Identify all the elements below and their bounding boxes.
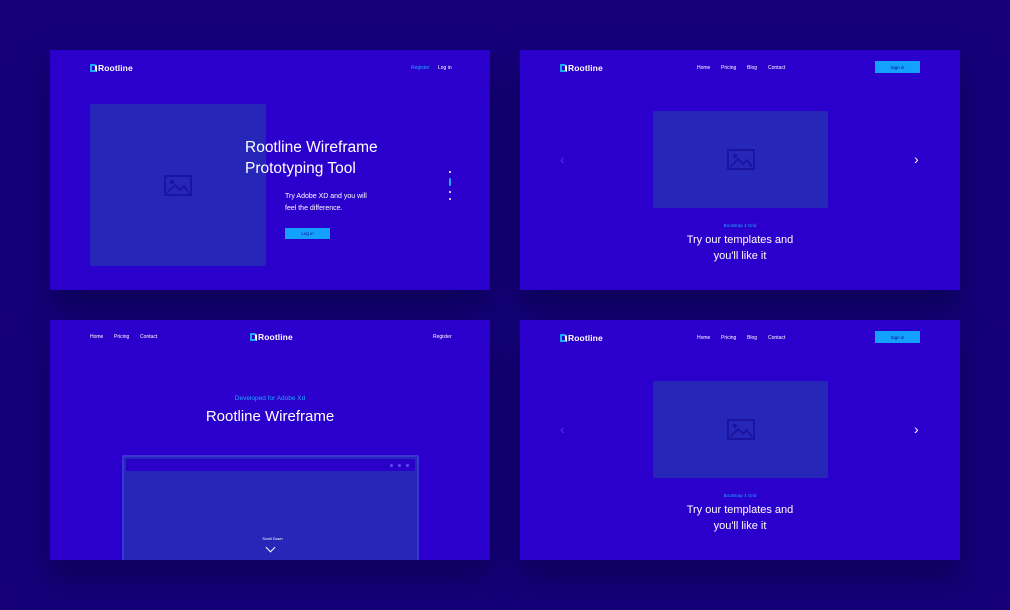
hero-image-placeholder: [90, 104, 266, 266]
chevron-right-icon[interactable]: ›: [914, 152, 919, 166]
window-dot-icon: [398, 463, 401, 467]
slide-title-line-2: you'll like it: [713, 520, 767, 532]
image-icon: [164, 174, 192, 196]
nav-login-link[interactable]: Log in: [438, 65, 452, 71]
brand-name: Rootline: [568, 63, 603, 73]
chevron-left-icon[interactable]: ‹: [560, 422, 565, 436]
brand-name: Rootline: [568, 333, 603, 343]
slide-title-line-1: Try our templates and: [686, 504, 794, 516]
logo-mark-icon: [560, 64, 567, 72]
brand-name: Rootline: [98, 63, 133, 73]
slide-image-placeholder: [653, 111, 828, 208]
window-dot-icon: [406, 463, 409, 467]
nav-home-link[interactable]: Home: [90, 334, 103, 340]
hero-eyebrow: Developed for Adobe Xd: [234, 395, 306, 402]
image-icon: [726, 419, 755, 440]
nav-pricing-link[interactable]: Pricing: [721, 335, 736, 341]
nav-register-link[interactable]: Register: [411, 65, 430, 71]
slide-image-placeholder: [653, 381, 828, 478]
slide-dot-active[interactable]: [449, 178, 451, 186]
slide-dots: [448, 171, 452, 205]
slide-eyebrow: Bootstrap 4 Grid: [723, 223, 757, 228]
browser-mockup: Scroll Down: [122, 455, 419, 560]
nav-home-link[interactable]: Home: [697, 335, 710, 341]
hero-title: Rootline Wireframe: [205, 408, 335, 425]
slide-eyebrow: Bootstrap 4 Grid: [723, 493, 757, 498]
slide-title-line-2: you'll like it: [713, 250, 767, 262]
chevron-right-icon[interactable]: ›: [914, 422, 919, 436]
scroll-down-label[interactable]: Scroll Down: [124, 537, 421, 541]
brand-logo[interactable]: Rootline: [90, 63, 133, 73]
hero-title-line-2: Prototyping Tool: [245, 160, 356, 177]
sign-in-button[interactable]: Sign in: [875, 331, 920, 343]
hero-title-line-1: Rootline Wireframe: [245, 139, 378, 156]
nav-pricing-link[interactable]: Pricing: [721, 65, 736, 71]
nav-contact-link[interactable]: Contact: [768, 335, 785, 341]
slide-dot[interactable]: [449, 198, 451, 200]
hero-subtitle-line-2: feel the difference.: [285, 205, 343, 212]
slide-dot[interactable]: [449, 191, 451, 193]
hero-preview-panel: Rootline Register Log in Rootline Wirefr…: [50, 50, 490, 290]
nav-register-link[interactable]: Register: [433, 334, 452, 340]
chevron-down-icon[interactable]: [265, 542, 276, 553]
sign-in-button[interactable]: Sign in: [875, 61, 920, 73]
logo-mark-icon: [90, 64, 97, 72]
logo-mark-icon: [560, 334, 567, 342]
slide-dot[interactable]: [449, 171, 451, 173]
image-icon: [726, 149, 755, 170]
nav-contact-link[interactable]: Contact: [140, 334, 157, 340]
logo-mark-icon: [250, 333, 257, 341]
nav-blog-link[interactable]: Blog: [747, 335, 757, 341]
browser-toolbar: [126, 459, 415, 471]
nav-contact-link[interactable]: Contact: [768, 65, 785, 71]
nav-pricing-link[interactable]: Pricing: [114, 334, 129, 340]
nav-blog-link[interactable]: Blog: [747, 65, 757, 71]
chevron-left-icon[interactable]: ‹: [560, 152, 565, 166]
brand-name: Rootline: [258, 332, 293, 342]
slider-preview-panel: Rootline Home Pricing Blog Contact Sign …: [520, 50, 960, 290]
nav-home-link[interactable]: Home: [697, 65, 710, 71]
brand-logo[interactable]: Rootline: [560, 333, 603, 343]
slide-title-line-1: Try our templates and: [686, 234, 794, 246]
landing-preview-panel: Home Pricing Contact Rootline Register D…: [50, 320, 490, 560]
brand-logo[interactable]: Rootline: [250, 332, 293, 342]
slider-preview-panel-2: Rootline Home Pricing Blog Contact Sign …: [520, 320, 960, 560]
window-dot-icon: [390, 463, 393, 467]
hero-subtitle-line-1: Try Adobe XD and you will: [285, 193, 367, 200]
brand-logo[interactable]: Rootline: [560, 63, 603, 73]
hero-login-button[interactable]: Log in: [285, 228, 330, 239]
